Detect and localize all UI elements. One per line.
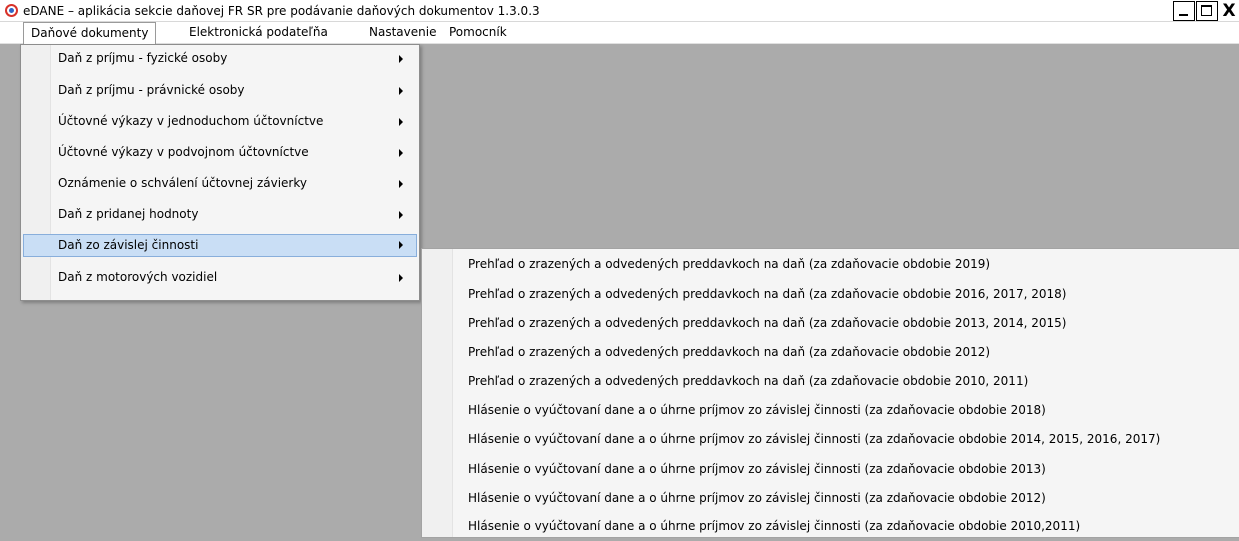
- menu-pomocnik[interactable]: Pomocník: [442, 22, 514, 43]
- submenu-arrow-icon: [399, 241, 403, 249]
- submenu-arrow-icon: [399, 274, 403, 282]
- dropdown-item-dan-zo-zavislej-cinnosti[interactable]: Daň zo závislej činnosti: [23, 234, 417, 257]
- submenu-item-hlasenie-2012[interactable]: Hlásenie o vyúčtovaní dane a o úhrne prí…: [468, 483, 1046, 509]
- submenu-arrow-icon: [399, 55, 403, 63]
- dropdown-item-uctovne-vykazy-podvojne[interactable]: Účtovné výkazy v podvojnom účtovníctve: [23, 141, 417, 164]
- dropdown-item-label: Účtovné výkazy v podvojnom účtovníctve: [58, 145, 309, 159]
- dropdown-item-dan-z-prijmu-fo[interactable]: Daň z príjmu - fyzické osoby: [23, 47, 417, 70]
- title-bar: eDANE – aplikácia sekcie daňovej FR SR p…: [0, 0, 1239, 22]
- dropdown-item-dph[interactable]: Daň z pridanej hodnoty: [23, 203, 417, 226]
- dropdown-item-label: Daň z motorových vozidiel: [58, 270, 218, 284]
- submenu-item-hlasenie-2010-2011[interactable]: Hlásenie o vyúčtovaní dane a o úhrne prí…: [468, 511, 1080, 537]
- submenu-arrow-icon: [399, 118, 403, 126]
- submenu-item-hlasenie-2018[interactable]: Hlásenie o vyúčtovaní dane a o úhrne prí…: [468, 395, 1046, 421]
- menu-elektronicka-podatelna[interactable]: Elektronická podateľňa: [182, 22, 335, 43]
- submenu-item-prehlad-2016-2018[interactable]: Prehľad o zrazených a odvedených preddav…: [468, 279, 1066, 305]
- menu-bar: Daňové dokumenty Elektronická podateľňa …: [0, 22, 1239, 44]
- maximize-button[interactable]: [1196, 1, 1218, 21]
- submenu-item-prehlad-2013-2015[interactable]: Prehľad o zrazených a odvedených preddav…: [468, 308, 1066, 334]
- dropdown-item-oznamenie-zavierky[interactable]: Oznámenie o schválení účtovnej závierky: [23, 172, 417, 195]
- dropdown-item-label: Daň z pridanej hodnoty: [58, 207, 199, 221]
- submenu-arrow-icon: [399, 87, 403, 95]
- submenu-item-prehlad-2012[interactable]: Prehľad o zrazených a odvedených preddav…: [468, 337, 990, 363]
- dan-zo-zavislej-cinnosti-submenu: Prehľad o zrazených a odvedených preddav…: [421, 248, 1239, 538]
- menu-nastavenie[interactable]: Nastavenie: [362, 22, 443, 43]
- dropdown-item-label: Daň zo závislej činnosti: [58, 238, 199, 252]
- window-controls: X: [1172, 0, 1239, 22]
- dropdown-item-uctovne-vykazy-jednoduche[interactable]: Účtovné výkazy v jednoduchom účtovníctve: [23, 110, 417, 133]
- submenu-arrow-icon: [399, 149, 403, 157]
- submenu-icon-strip: [422, 249, 453, 537]
- submenu-item-prehlad-2019[interactable]: Prehľad o zrazených a odvedených preddav…: [468, 249, 990, 275]
- menu-danove-dokumenty[interactable]: Daňové dokumenty: [23, 22, 157, 44]
- window-title: eDANE – aplikácia sekcie daňovej FR SR p…: [23, 4, 540, 18]
- dropdown-item-label: Daň z príjmu - právnické osoby: [58, 83, 245, 97]
- submenu-item-prehlad-2010-2011[interactable]: Prehľad o zrazených a odvedených preddav…: [468, 366, 1028, 392]
- dropdown-item-dan-z-prijmu-po[interactable]: Daň z príjmu - právnické osoby: [23, 79, 417, 102]
- submenu-arrow-icon: [399, 180, 403, 188]
- dropdown-item-label: Účtovné výkazy v jednoduchom účtovníctve: [58, 114, 324, 128]
- submenu-item-hlasenie-2013[interactable]: Hlásenie o vyúčtovaní dane a o úhrne prí…: [468, 454, 1046, 480]
- submenu-arrow-icon: [399, 211, 403, 219]
- dropdown-item-label: Daň z príjmu - fyzické osoby: [58, 51, 228, 65]
- dropdown-item-label: Oznámenie o schválení účtovnej závierky: [58, 176, 307, 190]
- dropdown-item-dan-z-motorovych-vozidiel[interactable]: Daň z motorových vozidiel: [23, 266, 417, 289]
- submenu-item-hlasenie-2014-2017[interactable]: Hlásenie o vyúčtovaní dane a o úhrne prí…: [468, 424, 1160, 450]
- close-button[interactable]: X: [1219, 1, 1239, 21]
- danove-dokumenty-dropdown: Daň z príjmu - fyzické osoby Daň z príjm…: [20, 44, 420, 301]
- edane-app-icon[interactable]: [5, 4, 18, 17]
- minimize-button[interactable]: [1173, 1, 1195, 21]
